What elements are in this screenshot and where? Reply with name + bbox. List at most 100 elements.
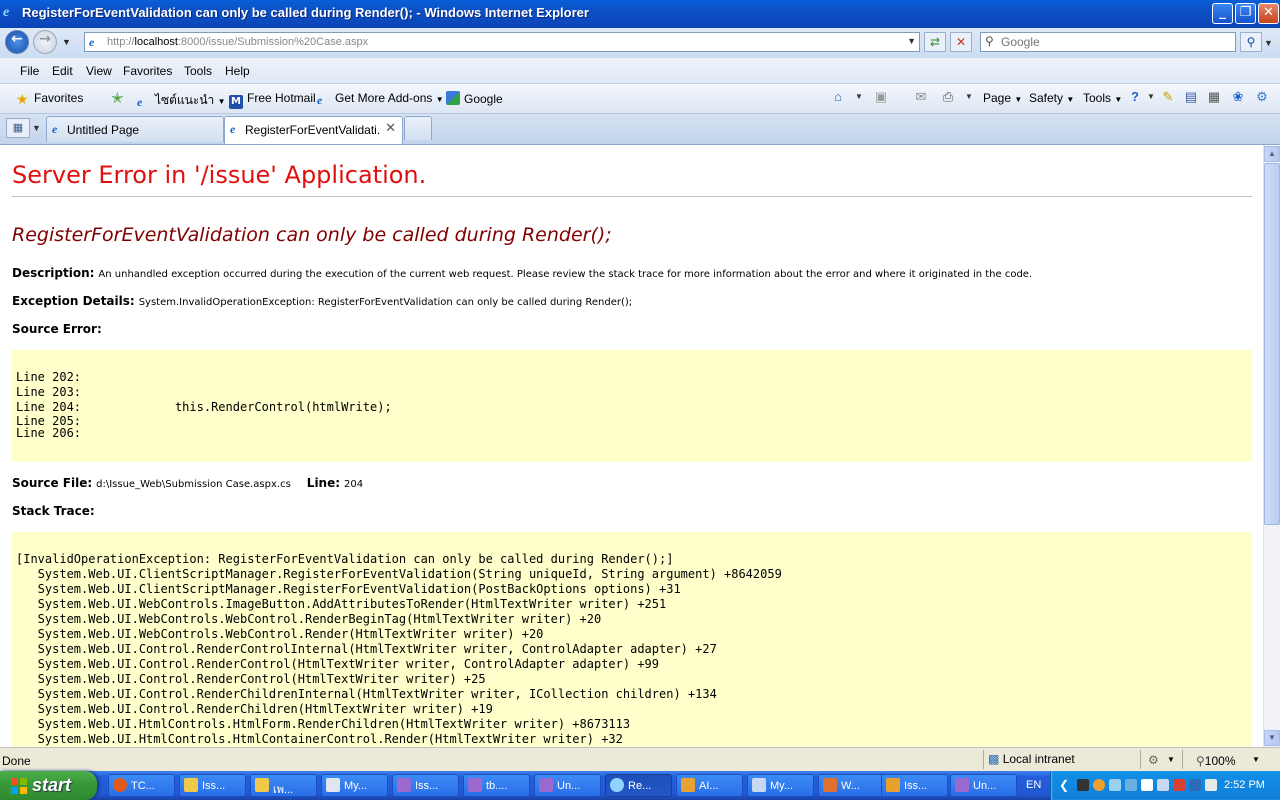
tray-app-icon[interactable] xyxy=(1093,779,1105,791)
search-options-dropdown-icon[interactable]: ▼ xyxy=(1264,38,1273,48)
menu-help[interactable]: Help xyxy=(225,64,250,78)
favorites-star-icon: ★ xyxy=(16,91,29,107)
tray-expand-icon[interactable]: ❮ xyxy=(1059,779,1071,791)
home-icon[interactable]: ⌂ xyxy=(830,89,846,105)
menu-file[interactable]: File xyxy=(20,64,39,78)
vertical-scrollbar[interactable]: ▲ ▼ xyxy=(1263,145,1280,747)
visual-studio-icon xyxy=(955,778,969,792)
print-dropdown-icon[interactable]: ▼ xyxy=(961,89,977,105)
security-zone[interactable]: ▩ Local intranet xyxy=(988,752,1075,766)
address-url[interactable]: http://localhost:8000/issue/Submission%2… xyxy=(107,36,368,48)
scroll-up-arrow-icon[interactable]: ▲ xyxy=(1264,146,1280,162)
fav-suggested-sites[interactable]: e ไซต์แนะนำ ▼ xyxy=(137,91,226,110)
exception-row: Exception Details: System.InvalidOperatio… xyxy=(12,294,633,308)
forward-button[interactable]: → xyxy=(33,30,57,54)
taskbar-item[interactable]: W... xyxy=(818,774,885,797)
back-button[interactable]: ← xyxy=(5,30,29,54)
minimize-button[interactable]: _ xyxy=(1212,3,1233,24)
refresh-icon[interactable]: ⇄ xyxy=(924,32,946,52)
help-dropdown-icon[interactable]: ▼ xyxy=(1143,89,1159,105)
safety-menu[interactable]: Safety ▼ xyxy=(1029,91,1074,105)
search-box[interactable]: ⚲ xyxy=(980,32,1236,52)
maximize-button[interactable]: ❐ xyxy=(1235,3,1256,24)
protected-mode-icon[interactable]: ⚙ xyxy=(1148,753,1159,767)
home-dropdown-icon[interactable]: ▼ xyxy=(851,89,867,105)
windows-flag-icon xyxy=(11,778,27,794)
zoom-level[interactable]: ⚲100% xyxy=(1196,754,1236,768)
addon-icon[interactable]: ▦ xyxy=(1206,89,1222,105)
taskbar-item[interactable]: Iss... xyxy=(881,774,948,797)
fav-get-more-addons[interactable]: e Get More Add-ons ▼ xyxy=(317,91,444,107)
visual-studio-icon xyxy=(397,778,411,792)
tab-untitled-page[interactable]: e Untitled Page xyxy=(46,116,224,142)
app-icon xyxy=(886,778,900,792)
source-line-number: 204 xyxy=(344,479,364,490)
address-dropdown-icon[interactable]: ▼ xyxy=(907,36,916,46)
research-icon[interactable]: ✎ xyxy=(1160,89,1176,105)
favorites-button[interactable]: ★ Favorites xyxy=(16,91,83,106)
tray-app-icon[interactable] xyxy=(1077,779,1089,791)
tray-app-icon[interactable] xyxy=(1173,779,1185,791)
tray-app-icon[interactable] xyxy=(1109,779,1121,791)
stack-trace-box: [InvalidOperationException: RegisterForE… xyxy=(12,532,1252,747)
close-tab-icon[interactable]: ✕ xyxy=(385,121,396,136)
scrollbar-thumb[interactable] xyxy=(1264,163,1280,525)
exception-text: System.InvalidOperationException: Regist… xyxy=(138,297,633,308)
tray-app-icon[interactable] xyxy=(1157,779,1169,791)
addon-icon[interactable]: ▤ xyxy=(1183,89,1199,105)
taskbar-item[interactable]: Iss... xyxy=(179,774,246,797)
feeds-icon[interactable]: ▣ xyxy=(873,89,889,105)
taskbar-item[interactable]: Un... xyxy=(534,774,601,797)
bluetooth-icon[interactable]: ❀ xyxy=(1230,89,1246,105)
fav-free-hotmail[interactable]: M Free Hotmail xyxy=(229,91,316,109)
taskbar-item[interactable]: Iss... xyxy=(392,774,459,797)
taskbar-item[interactable]: My... xyxy=(747,774,814,797)
quick-tabs-icon[interactable]: ▦ xyxy=(6,118,30,138)
stop-icon[interactable]: ✕ xyxy=(950,32,972,52)
taskbar-item[interactable]: My... xyxy=(321,774,388,797)
folder-icon xyxy=(184,778,198,792)
zoom-icon: ⚲ xyxy=(1196,754,1205,768)
new-tab-button[interactable] xyxy=(404,116,432,140)
close-window-button[interactable]: ✕ xyxy=(1258,3,1279,24)
recent-pages-dropdown-icon[interactable]: ▼ xyxy=(62,37,71,47)
tools-menu[interactable]: Tools ▼ xyxy=(1083,91,1122,105)
tray-app-icon[interactable] xyxy=(1141,779,1153,791)
zoom-dropdown-icon[interactable]: ▼ xyxy=(1252,755,1260,764)
menu-favorites[interactable]: Favorites xyxy=(123,64,172,78)
divider xyxy=(1182,750,1183,769)
source-line-error: Line 204: this.RenderControl(htmlWrite); xyxy=(16,400,392,414)
tray-app-icon[interactable] xyxy=(1125,779,1137,791)
start-button[interactable]: start xyxy=(0,771,97,800)
address-bar[interactable]: e http://localhost:8000/issue/Submission… xyxy=(84,32,920,52)
divider xyxy=(12,196,1252,197)
tab-list-dropdown-icon[interactable]: ▼ xyxy=(32,118,44,138)
taskbar-item[interactable]: TC... xyxy=(108,774,175,797)
menu-tools[interactable]: Tools xyxy=(184,64,212,78)
tray-app-icon[interactable] xyxy=(1189,779,1201,791)
menu-view[interactable]: View xyxy=(86,64,112,78)
scroll-down-arrow-icon[interactable]: ▼ xyxy=(1264,730,1280,746)
mail-icon[interactable]: ✉ xyxy=(913,89,929,105)
taskbar-item[interactable]: AI... xyxy=(676,774,743,797)
page-menu[interactable]: Page ▼ xyxy=(983,91,1022,105)
taskbar-item-active[interactable]: Re... xyxy=(605,774,672,797)
fav-google[interactable]: Google xyxy=(446,91,503,106)
app-icon xyxy=(823,778,837,792)
print-icon[interactable]: ⎙ xyxy=(940,89,956,105)
search-icon[interactable]: ⚲ xyxy=(1240,32,1262,52)
add-favorite-icon[interactable]: ✭ xyxy=(111,89,124,107)
protected-mode-dropdown-icon[interactable]: ▼ xyxy=(1167,755,1175,764)
window-title: RegisterForEventValidation can only be c… xyxy=(22,5,589,20)
addon-icon[interactable]: ⚙ xyxy=(1254,89,1270,105)
tray-app-icon[interactable] xyxy=(1205,779,1217,791)
taskbar-item[interactable]: เพ... xyxy=(250,774,317,797)
language-indicator[interactable]: EN xyxy=(1026,779,1041,791)
search-input[interactable] xyxy=(1001,34,1229,50)
taskbar-item[interactable]: Un... xyxy=(950,774,1017,797)
taskbar-item[interactable]: tb.... xyxy=(463,774,530,797)
menu-edit[interactable]: Edit xyxy=(52,64,73,78)
help-icon[interactable]: ? xyxy=(1127,89,1143,105)
tab-error-page[interactable]: e RegisterForEventValidati... ✕ xyxy=(224,116,403,144)
document-icon xyxy=(326,778,340,792)
